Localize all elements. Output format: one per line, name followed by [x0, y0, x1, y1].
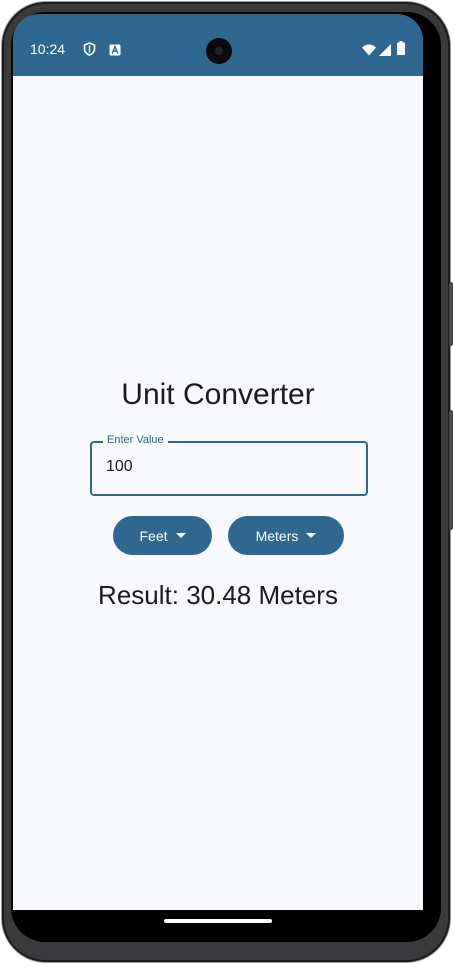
from-unit-label: Feet: [139, 527, 168, 544]
value-field-label: Enter Value: [103, 434, 168, 446]
dropdown-arrow-icon: [175, 533, 186, 538]
to-unit-dropdown[interactable]: Meters: [228, 516, 344, 555]
status-bar: 10:24: [13, 14, 423, 76]
shield-icon: [83, 42, 96, 61]
front-camera: [206, 38, 232, 64]
to-unit-label: Meters: [255, 527, 299, 544]
value-input[interactable]: [106, 458, 346, 476]
from-unit-dropdown[interactable]: Feet: [113, 516, 212, 555]
home-gesture-handle[interactable]: [164, 919, 272, 923]
a-badge-icon: [109, 43, 121, 61]
power-button: [449, 282, 453, 346]
wifi-icon: [362, 43, 376, 61]
status-time: 10:24: [30, 41, 66, 57]
value-field[interactable]: Enter Value: [90, 434, 368, 496]
page-title: Unit Converter: [121, 378, 315, 411]
navigation-bar: [13, 910, 423, 936]
phone-frame: 10:24 Unit Converter Enter Value 100 Fee…: [2, 2, 453, 962]
app-content: Unit Converter Enter Value Feet Meters R…: [13, 76, 423, 910]
dropdown-arrow-icon: [306, 533, 317, 538]
result-text: Result: 30.48 Meters: [98, 580, 338, 610]
volume-button: [449, 410, 453, 530]
signal-icon: [379, 43, 391, 61]
battery-icon: [397, 41, 405, 60]
